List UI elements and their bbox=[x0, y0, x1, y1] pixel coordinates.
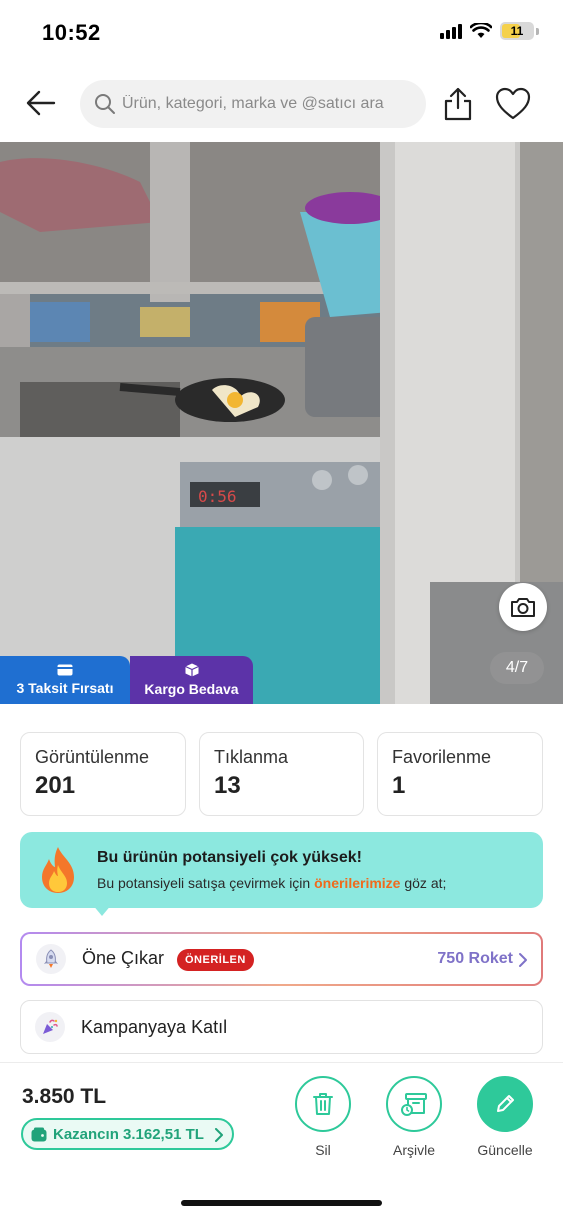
search-icon bbox=[95, 94, 115, 114]
archive-icon bbox=[401, 1093, 427, 1116]
potential-banner bbox=[20, 832, 543, 908]
home-indicator[interactable] bbox=[181, 1200, 382, 1206]
stat-label: Görüntülenme bbox=[35, 747, 150, 767]
product-price: 3.850 TL bbox=[22, 1085, 107, 1108]
boost-price: 750 Roket bbox=[437, 950, 513, 967]
free-shipping-tag-label: Kargo Bedava bbox=[144, 681, 239, 697]
party-popper-icon bbox=[35, 1012, 65, 1042]
archive-button[interactable]: Arşivle bbox=[379, 1076, 449, 1158]
boost-product-row[interactable]: Öne Çıkar ÖNERİLEN 750 Roket bbox=[20, 932, 543, 986]
search-bar[interactable] bbox=[80, 80, 426, 128]
wallet-icon bbox=[31, 1127, 47, 1141]
share-icon[interactable] bbox=[440, 86, 476, 122]
camera-icon bbox=[511, 598, 535, 617]
nav-bar bbox=[0, 72, 563, 136]
status-bar: 10:52 11 bbox=[0, 0, 563, 68]
recommendations-link[interactable]: önerilerimize bbox=[314, 875, 400, 891]
archive-label: Arşivle bbox=[392, 1142, 435, 1158]
update-button-circle[interactable] bbox=[477, 1076, 533, 1132]
delete-button-circle[interactable] bbox=[295, 1076, 351, 1132]
potential-title: Bu ürünün potansiyeli çok yüksek! bbox=[97, 849, 362, 866]
credit-card-icon bbox=[57, 664, 73, 676]
battery-level: 11 bbox=[510, 24, 524, 38]
update-button[interactable]: Güncelle bbox=[470, 1076, 540, 1158]
potential-text-after: göz at; bbox=[400, 875, 447, 891]
recommended-badge: ÖNERİLEN bbox=[177, 949, 254, 971]
installment-tag: 3 Taksit Fırsatı bbox=[0, 656, 130, 704]
potential-banner-pointer bbox=[92, 904, 112, 916]
archive-button-circle[interactable] bbox=[386, 1076, 442, 1132]
fire-icon bbox=[42, 847, 74, 893]
stat-favorites: Favorilenme 1 bbox=[377, 732, 543, 816]
stat-value: 1 bbox=[392, 772, 406, 799]
stat-label: Tıklanma bbox=[214, 747, 289, 767]
cellular-signal-icon bbox=[440, 23, 462, 39]
delete-button[interactable]: Sil bbox=[288, 1076, 358, 1158]
pencil-icon bbox=[497, 1095, 514, 1112]
stat-value: 13 bbox=[214, 772, 241, 799]
stat-views: Görüntülenme 201 bbox=[20, 732, 186, 816]
join-campaign-row[interactable]: Kampanyaya Katıl bbox=[20, 1000, 543, 1054]
boost-label: Öne Çıkar bbox=[82, 948, 165, 968]
earnings-label: Kazancın 3.162,51 TL bbox=[53, 1125, 204, 1143]
wifi-icon bbox=[470, 23, 492, 38]
back-arrow-icon[interactable] bbox=[24, 86, 58, 120]
update-label: Güncelle bbox=[477, 1142, 533, 1158]
installment-tag-label: 3 Taksit Fırsatı bbox=[16, 680, 114, 696]
rocket-icon bbox=[36, 944, 66, 974]
potential-text-before: Bu potansiyeli satışa çevirmek için bbox=[97, 875, 315, 891]
battery-icon: 11 bbox=[500, 22, 534, 40]
delete-label: Sil bbox=[315, 1142, 331, 1158]
camera-button[interactable] bbox=[499, 583, 547, 631]
stat-clicks: Tıklanma 13 bbox=[199, 732, 364, 816]
bottom-divider bbox=[0, 1062, 563, 1063]
status-time: 10:52 bbox=[42, 20, 101, 45]
product-photo: 0:56 bbox=[0, 142, 563, 704]
svg-text:0:56: 0:56 bbox=[198, 487, 237, 506]
package-icon bbox=[184, 663, 199, 677]
campaign-label: Kampanyaya Katıl bbox=[81, 1017, 228, 1037]
chevron-right-icon bbox=[214, 1128, 223, 1142]
product-image-gallery[interactable]: 0:56 bbox=[0, 142, 563, 704]
trash-icon bbox=[313, 1093, 333, 1115]
status-icons: 11 bbox=[440, 22, 539, 40]
image-counter: 4/7 bbox=[490, 652, 544, 684]
stat-label: Favorilenme bbox=[392, 747, 492, 767]
potential-text: Bu potansiyeli satışa çevirmek için öner… bbox=[97, 875, 446, 891]
search-input[interactable] bbox=[122, 95, 412, 113]
free-shipping-tag: Kargo Bedava bbox=[130, 656, 253, 704]
stat-value: 201 bbox=[35, 772, 76, 799]
earnings-button[interactable]: Kazancın 3.162,51 TL bbox=[21, 1118, 234, 1150]
chevron-right-icon bbox=[519, 953, 527, 967]
heart-icon[interactable] bbox=[494, 86, 532, 122]
